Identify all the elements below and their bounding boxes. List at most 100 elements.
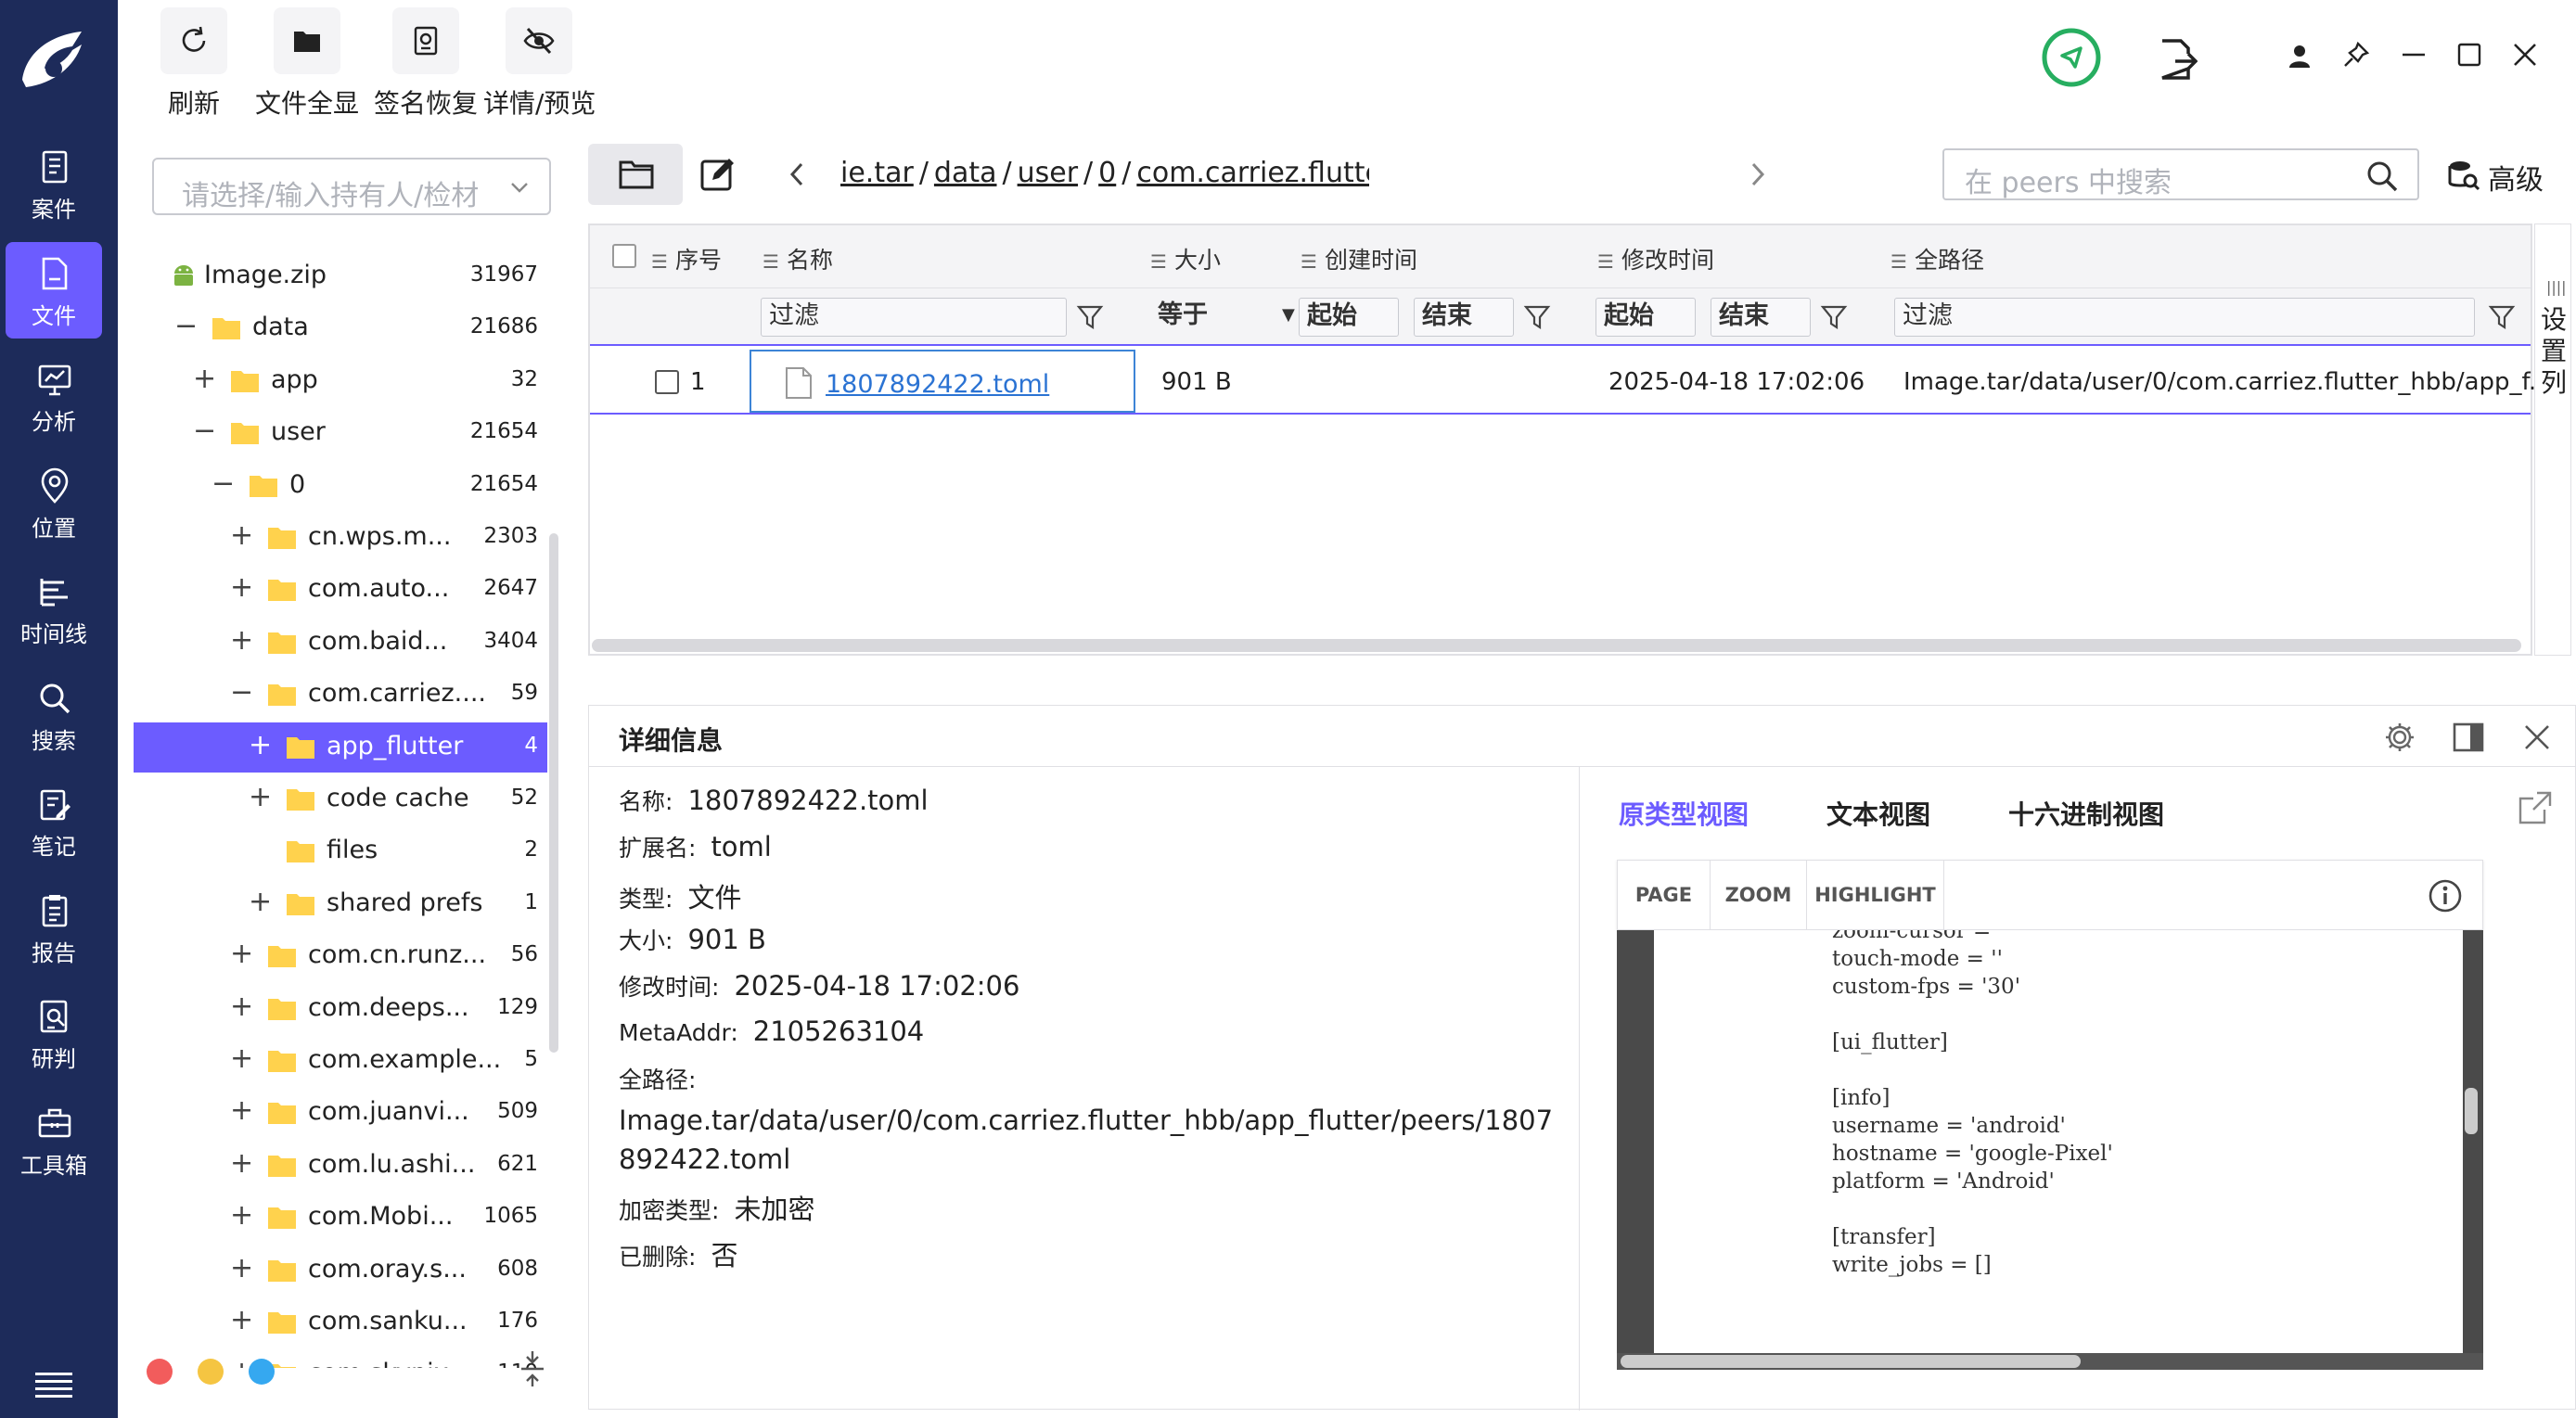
header-size[interactable]: ☰ 大小 [1150,242,1221,275]
tree-row[interactable]: + com.oray.s... 608 [134,1246,547,1296]
select-all-checkbox[interactable] [612,244,636,268]
filter-icon[interactable] [1523,303,1551,331]
breadcrumb-item[interactable]: ie.tar [840,157,914,189]
zoom-button[interactable]: ZOOM [1711,861,1807,929]
tree-row[interactable]: + com.auto... 2647 [134,565,547,615]
header-modified[interactable]: ☰ 修改时间 [1597,242,1714,275]
tree-row[interactable]: + com.cn.runz... 56 [134,931,547,981]
tree-row[interactable]: − data 21686 [134,303,547,353]
tree-row[interactable]: + shared prefs 1 [134,879,547,929]
filter-icon[interactable] [1820,303,1848,331]
column-settings-button[interactable]: |||| 设 置 列 [2534,224,2571,656]
refresh-button[interactable]: 刷新 [157,7,231,121]
preview-vertical-scrollbar[interactable] [2465,1088,2478,1134]
nav-item-case[interactable]: 案件 [6,135,102,232]
expand-icon[interactable]: + [230,1149,253,1178]
collapse-icon[interactable]: − [211,469,235,498]
breadcrumb-item[interactable]: com.carriez.flutter_hbb [1136,157,1369,189]
header-index[interactable]: ☰ 序号 [651,242,722,275]
holder-select[interactable]: 请选择/输入持有人/检材 [152,158,551,215]
tree-row[interactable]: + app_flutter 4 [134,722,547,773]
tree-row[interactable]: − user 21654 [134,408,547,458]
nav-item-location[interactable]: 位置 [6,454,102,551]
tab-hex-view[interactable]: 十六进制视图 [2008,795,2164,832]
collapse-icon[interactable]: − [174,313,198,340]
nav-item-judge[interactable]: 研判 [6,985,102,1081]
highlight-button[interactable]: HIGHLIGHT [1807,861,1944,929]
page-button[interactable]: PAGE [1618,861,1711,929]
export-icon[interactable] [2157,37,2198,82]
filter-icon[interactable] [1076,303,1104,331]
nav-item-timeline[interactable]: 时间线 [6,560,102,657]
table-row[interactable]: 1 1807892422.toml 901 B 2025-04-18 17:02… [590,348,2552,415]
expand-icon[interactable]: + [230,1202,253,1230]
collapse-icon[interactable]: − [230,679,253,707]
preview-horizontal-scrollbar[interactable] [1617,1353,2483,1370]
tab-native-view[interactable]: 原类型视图 [1619,795,1749,832]
show-all-files-button[interactable]: 文件全显 [251,7,363,121]
expand-icon[interactable]: + [249,888,272,916]
row-checkbox[interactable] [655,370,679,394]
expand-icon[interactable]: + [230,1045,253,1073]
tree-row[interactable]: − 0 21654 [134,461,547,511]
expand-icon[interactable]: + [230,992,253,1021]
path-filter-input[interactable]: 过滤 [1894,298,2475,337]
row-name-cell[interactable]: 1807892422.toml [750,350,1135,413]
search-input[interactable]: 在 peers 中搜索 [1942,148,2419,200]
tree-row[interactable]: + com.sanku... 176 [134,1297,547,1348]
name-filter-input[interactable]: 过滤 [761,298,1067,337]
expand-icon[interactable]: + [230,940,253,968]
close-icon[interactable] [2511,41,2539,69]
edit-path-icon[interactable] [699,156,737,193]
tree-row[interactable]: + com.lu.ashi... 621 [134,1141,547,1191]
gear-icon[interactable] [2383,721,2416,754]
modified-start-input[interactable]: 起始 [1596,298,1696,337]
advanced-search-button[interactable]: 高级 [2447,155,2558,197]
tree-row[interactable]: − com.carriez.... 59 [134,670,547,720]
table-horizontal-scrollbar[interactable] [592,639,2521,652]
expand-icon[interactable]: + [230,626,253,655]
tree-row[interactable]: + app 32 [134,356,547,406]
nav-item-analysis[interactable]: 分析 [6,348,102,444]
tree-scrollbar[interactable] [549,533,558,1053]
header-name[interactable]: ☰ 名称 [763,242,833,275]
back-arrow-icon[interactable] [783,159,811,190]
signature-restore-button[interactable]: 签名恢复 [370,7,481,121]
tree-row[interactable]: files 2 [134,826,547,876]
forward-arrow-icon[interactable] [1744,159,1772,190]
pin-icon[interactable] [2342,41,2370,69]
info-icon[interactable] [2427,877,2464,914]
filter-icon[interactable] [2488,303,2516,331]
header-created[interactable]: ☰ 创建时间 [1301,242,1417,275]
size-operator-select[interactable]: 等于 ▼ [1150,298,1308,337]
tree-row[interactable]: + com.baid... 3404 [134,618,547,668]
nav-item-report[interactable]: 报告 [6,879,102,976]
tab-text-view[interactable]: 文本视图 [1826,795,1930,832]
expand-icon[interactable]: + [230,574,253,602]
collapse-all-icon[interactable] [516,1349,549,1388]
split-view-icon[interactable] [2452,721,2485,754]
nav-item-notes[interactable]: 笔记 [6,773,102,869]
tree-row[interactable]: + com.deeps... 129 [134,984,547,1034]
collapse-icon[interactable]: − [193,417,216,445]
expand-icon[interactable]: + [230,1307,253,1335]
nav-item-search[interactable]: 搜索 [6,667,102,763]
maximize-icon[interactable] [2455,41,2483,69]
expand-icon[interactable]: + [249,731,272,760]
expand-icon[interactable]: + [230,1097,253,1125]
popout-icon[interactable] [2517,789,2554,826]
minimize-icon[interactable] [2400,41,2428,69]
header-fullpath[interactable]: ☰ 全路径 [1890,242,1984,275]
expand-icon[interactable]: + [230,1254,253,1283]
expand-icon[interactable]: + [230,522,253,550]
modified-end-input[interactable]: 结束 [1711,298,1811,337]
tree-row[interactable]: + cn.wps.m... 2303 [134,513,547,563]
breadcrumb-item[interactable]: user [1018,157,1078,189]
tree-row[interactable]: Image.zip 31967 [134,255,547,301]
user-icon[interactable] [2287,43,2313,69]
expand-icon[interactable]: + [193,364,216,393]
breadcrumb-item[interactable]: data [934,157,997,189]
tree-row[interactable]: + com.example... 5 [134,1036,547,1086]
nav-item-file[interactable]: 文件 [6,241,102,339]
tree-row[interactable]: + com.juanvi... 509 [134,1088,547,1138]
